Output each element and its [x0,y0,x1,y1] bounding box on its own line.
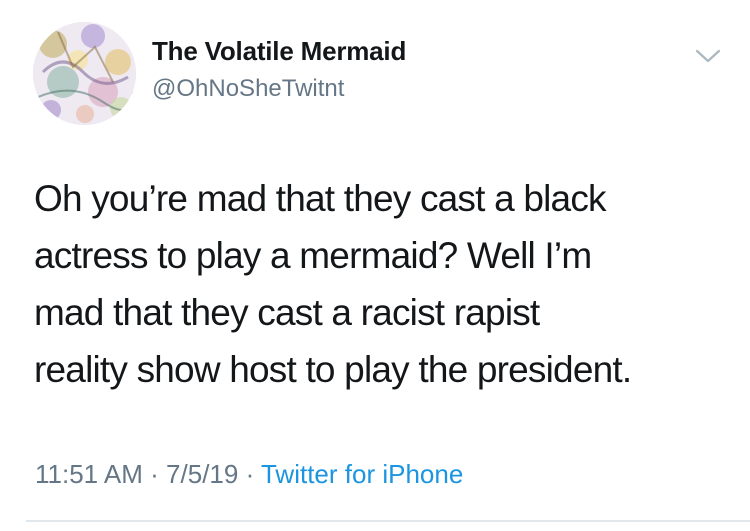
tweet-meta: 11:51 AM · 7/5/19 · Twitter for iPhone [35,459,463,490]
tweet-text: Oh you’re mad that they cast a black act… [34,170,734,398]
separator: · [142,459,167,489]
tweet-line: actress to play a mermaid? Well I’m [34,235,592,276]
display-name[interactable]: The Volatile Mermaid [152,36,406,67]
chevron-down-icon[interactable] [694,46,722,66]
tweet-time[interactable]: 11:51 AM [35,459,143,489]
tweet-date[interactable]: 7/5/19 [166,459,238,489]
tweet-card: The Volatile Mermaid @OhNoSheTwitnt Oh y… [0,0,750,531]
separator: · [238,459,261,489]
divider [26,520,750,522]
avatar[interactable] [33,22,136,125]
tweet-line: reality show host to play the president. [34,349,632,390]
tweet-source-link[interactable]: Twitter for iPhone [261,459,463,489]
tweet-line: Oh you’re mad that they cast a black [34,178,607,219]
user-handle[interactable]: @OhNoSheTwitnt [152,75,344,103]
tweet-line: mad that they cast a racist rapist [34,292,540,333]
